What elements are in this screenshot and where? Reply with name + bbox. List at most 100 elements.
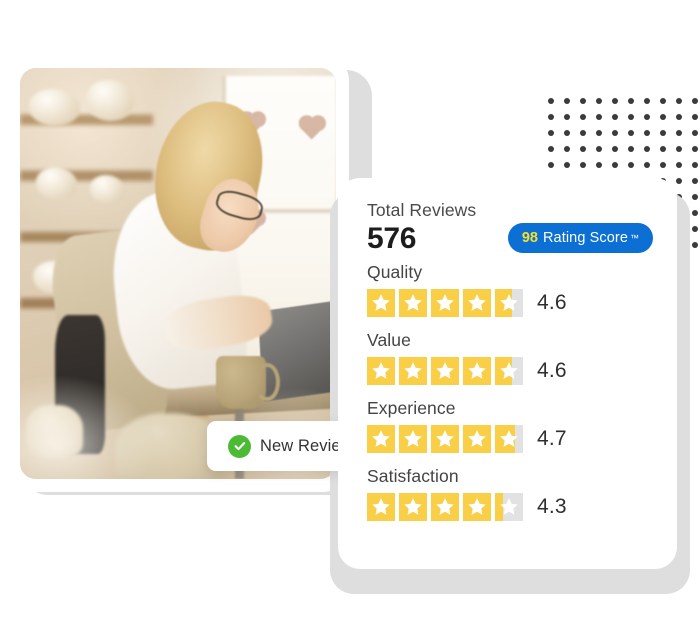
- star-icon: [399, 493, 427, 521]
- grid-dot: [676, 114, 682, 120]
- grid-dot: [692, 210, 698, 216]
- star-icon: [367, 493, 395, 521]
- rating-line: 4.6: [367, 289, 651, 317]
- grid-dot: [628, 146, 634, 152]
- grid-dot: [644, 114, 650, 120]
- rating-value: 4.3: [537, 495, 567, 518]
- grid-dot: [596, 98, 602, 104]
- grid-dot: [612, 98, 618, 104]
- total-reviews-label: Total Reviews: [367, 200, 477, 220]
- grid-dot: [692, 146, 698, 152]
- rating-category-label: Value: [367, 330, 411, 350]
- grid-dot: [628, 162, 634, 168]
- grid-dot: [596, 162, 602, 168]
- star-icon: [431, 289, 459, 317]
- grid-dot: [692, 130, 698, 136]
- grid-dot: [660, 162, 666, 168]
- grid-dot: [564, 114, 570, 120]
- grid-dot: [564, 162, 570, 168]
- star-icon: [463, 425, 491, 453]
- grid-dot: [676, 98, 682, 104]
- rating-score-number: 98: [521, 230, 538, 246]
- rating-category-label: Experience: [367, 398, 456, 418]
- star-icon: [367, 357, 395, 385]
- star-icon: [495, 289, 523, 317]
- star-rating[interactable]: [367, 425, 523, 453]
- star-rating[interactable]: [367, 493, 523, 521]
- rating-category-label: Quality: [367, 262, 423, 282]
- grid-dot: [580, 146, 586, 152]
- grid-dot: [660, 130, 666, 136]
- grid-dot: [612, 162, 618, 168]
- star-icon: [399, 289, 427, 317]
- grid-dot: [548, 146, 554, 152]
- photo-light-haze: [20, 68, 336, 479]
- grid-dot: [596, 146, 602, 152]
- star-icon: [431, 425, 459, 453]
- grid-dot: [596, 130, 602, 136]
- grid-dot: [548, 98, 554, 104]
- new-review-toast[interactable]: New Review: [207, 421, 359, 471]
- rating-row: Satisfaction 4.3: [367, 466, 651, 521]
- grid-dot: [612, 146, 618, 152]
- check-circle-icon: [228, 434, 251, 458]
- grid-dot: [676, 130, 682, 136]
- star-icon: [463, 493, 491, 521]
- grid-dot: [628, 130, 634, 136]
- star-icon: [495, 425, 523, 453]
- grid-dot: [596, 114, 602, 120]
- rating-category-label: Satisfaction: [367, 466, 459, 486]
- star-rating[interactable]: [367, 357, 523, 385]
- grid-dot: [564, 146, 570, 152]
- studio-photo: [20, 68, 336, 479]
- rating-value: 4.6: [537, 291, 567, 314]
- trademark-symbol: ™: [630, 233, 639, 243]
- star-icon: [367, 289, 395, 317]
- grid-dot: [580, 98, 586, 104]
- ratings-list: Quality 4.6 Value 4.6 Experience 4.7 Satisfact…: [367, 262, 651, 521]
- grid-dot: [612, 130, 618, 136]
- star-icon: [399, 425, 427, 453]
- star-icon: [431, 357, 459, 385]
- promo-composition: New Review Total Reviews 576 98 Rating S…: [0, 0, 700, 630]
- star-icon: [463, 289, 491, 317]
- rating-row: Quality 4.6: [367, 262, 651, 317]
- grid-dot: [628, 114, 634, 120]
- grid-dot: [548, 114, 554, 120]
- review-card-header: Total Reviews 576 98 Rating Score ™: [367, 200, 653, 262]
- grid-dot: [692, 114, 698, 120]
- grid-dot: [692, 162, 698, 168]
- grid-dot: [692, 178, 698, 184]
- grid-dot: [692, 242, 698, 248]
- grid-dot: [548, 162, 554, 168]
- grid-dot: [612, 114, 618, 120]
- grid-dot: [644, 130, 650, 136]
- star-icon: [367, 425, 395, 453]
- rating-line: 4.3: [367, 493, 651, 521]
- grid-dot: [580, 114, 586, 120]
- grid-dot: [676, 162, 682, 168]
- star-icon: [463, 357, 491, 385]
- grid-dot: [564, 130, 570, 136]
- rating-score-text: Rating Score: [542, 230, 628, 246]
- grid-dot: [644, 98, 650, 104]
- grid-dot: [660, 98, 666, 104]
- grid-dot: [580, 130, 586, 136]
- grid-dot: [660, 114, 666, 120]
- grid-dot: [580, 162, 586, 168]
- rating-score-badge[interactable]: 98 Rating Score ™: [507, 223, 653, 253]
- star-rating[interactable]: [367, 289, 523, 317]
- star-icon: [431, 493, 459, 521]
- grid-dot: [644, 146, 650, 152]
- rating-value: 4.6: [537, 359, 567, 382]
- grid-dot: [676, 146, 682, 152]
- rating-line: 4.6: [367, 357, 651, 385]
- star-icon: [399, 357, 427, 385]
- rating-row: Experience 4.7: [367, 398, 651, 453]
- rating-line: 4.7: [367, 425, 651, 453]
- grid-dot: [692, 194, 698, 200]
- rating-value: 4.7: [537, 427, 567, 450]
- review-summary-card: Total Reviews 576 98 Rating Score ™ Qual…: [338, 178, 677, 569]
- grid-dot: [660, 146, 666, 152]
- grid-dot: [548, 130, 554, 136]
